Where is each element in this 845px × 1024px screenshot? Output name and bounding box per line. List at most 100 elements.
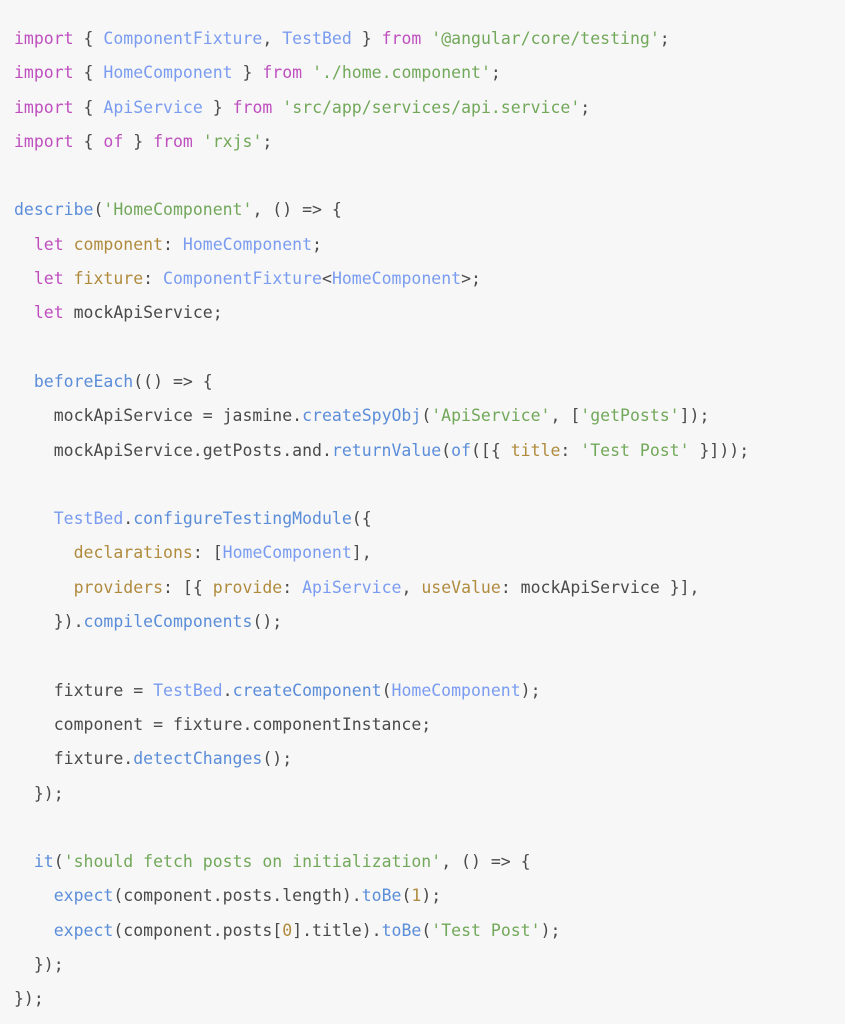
code-line: }); bbox=[14, 948, 845, 982]
code-token-prop: declarations bbox=[73, 543, 193, 563]
code-line: expect(component.posts[0].title).toBe('T… bbox=[14, 914, 845, 948]
code-token-pl: }); bbox=[14, 955, 64, 975]
code-token-kw: import bbox=[14, 63, 74, 83]
code-line: }); bbox=[14, 982, 845, 1016]
code-token-cls: ComponentFixture bbox=[163, 269, 322, 289]
code-line: expect(component.posts.length).toBe(1); bbox=[14, 879, 845, 913]
code-token-pl: component = fixture.componentInstance; bbox=[14, 714, 432, 734]
code-token-pl: (component.posts.length). bbox=[113, 886, 362, 906]
code-line: let fixture: ComponentFixture<HomeCompon… bbox=[14, 262, 845, 296]
code-token-str: 'ApiService' bbox=[431, 406, 551, 426]
code-token-str: './home.component' bbox=[312, 63, 491, 83]
code-line: let component: HomeComponent; bbox=[14, 228, 845, 262]
code-token-kw: import bbox=[14, 29, 74, 48]
code-line: TestBed.configureTestingModule({ bbox=[14, 502, 845, 536]
code-line: mockApiService = jasmine.createSpyObj('A… bbox=[14, 399, 845, 433]
code-token-str: 'src/app/services/api.service' bbox=[282, 97, 581, 117]
code-token-kw: let bbox=[33, 234, 64, 254]
code-token-pl: ], bbox=[351, 543, 372, 563]
code-token-pl: { bbox=[73, 63, 104, 83]
code-token-pl: ( bbox=[441, 440, 452, 460]
code-token-pl: { bbox=[73, 97, 104, 117]
code-token-fn: createSpyObj bbox=[302, 406, 422, 426]
code-token-pl: } bbox=[123, 131, 154, 151]
code-token-pl: : bbox=[560, 440, 581, 460]
code-token-pl: }); bbox=[14, 989, 44, 1009]
code-token-pl: fixture = bbox=[14, 680, 154, 700]
code-token-str: 'rxjs' bbox=[202, 131, 263, 151]
code-token-pl: ; bbox=[580, 97, 591, 117]
code-token-str: '@angular/core/testing' bbox=[431, 29, 660, 48]
code-line: it('should fetch posts on initialization… bbox=[14, 845, 845, 879]
code-token-fn: compileComponents bbox=[83, 612, 253, 632]
code-token-prop: provide bbox=[212, 577, 283, 597]
code-token-pl: ; bbox=[659, 29, 670, 48]
code-token-pl: : mockApiService }], bbox=[500, 577, 700, 597]
code-token-pl: (); bbox=[262, 749, 293, 769]
code-token-cls: TestBed bbox=[53, 509, 124, 529]
code-token-pl: ].title). bbox=[292, 920, 382, 940]
code-token-cls: ApiService bbox=[103, 97, 203, 117]
code-token-cls: HomeComponent bbox=[103, 63, 233, 83]
code-token-fn: beforeEach bbox=[33, 371, 134, 391]
code-token-cls: HomeComponent bbox=[391, 680, 521, 700]
code-token-pl: , [ bbox=[550, 406, 581, 426]
code-token-pl: . bbox=[123, 509, 134, 529]
code-token-fn: expect bbox=[53, 920, 114, 940]
code-token-kw: import bbox=[14, 97, 74, 117]
code-token-pl: mockApiService.getPosts.and. bbox=[14, 440, 332, 460]
code-token-fn: it bbox=[33, 852, 54, 872]
code-token-fn: of bbox=[451, 440, 471, 460]
code-token-kw: from bbox=[153, 131, 193, 151]
code-token-pl: . bbox=[222, 680, 233, 700]
code-line: beforeEach(() => { bbox=[14, 365, 845, 399]
code-token-kw: let bbox=[33, 269, 64, 289]
code-block[interactable]: import { ComponentFixture, TestBed } fro… bbox=[0, 0, 845, 1024]
code-line: component = fixture.componentInstance; bbox=[14, 708, 845, 742]
code-line: providers: [{ provide: ApiService, useVa… bbox=[14, 571, 845, 605]
code-token-kw: from bbox=[232, 97, 273, 117]
code-token-prop: useValue bbox=[421, 577, 501, 597]
code-token-pl: ( bbox=[381, 680, 392, 700]
code-token-pl: : bbox=[163, 234, 183, 254]
code-token-pl: } bbox=[202, 97, 233, 117]
code-token-pl: : bbox=[282, 577, 303, 597]
code-token-cls: TestBed bbox=[282, 29, 352, 48]
code-token-pl: (); bbox=[252, 612, 283, 632]
code-token-num: 0 bbox=[282, 920, 293, 940]
code-token-prop: providers bbox=[73, 577, 164, 597]
code-token-pl: }); bbox=[14, 783, 64, 803]
code-token-pl: ]); bbox=[679, 406, 710, 426]
code-token-pl: { bbox=[73, 29, 104, 48]
code-token-fn: expect bbox=[53, 886, 114, 906]
code-token-pl: }])); bbox=[689, 440, 750, 460]
code-token-pl: } bbox=[232, 63, 263, 83]
code-token-pl: < bbox=[322, 269, 332, 289]
code-token-pl: : bbox=[143, 269, 164, 289]
code-token-cls: ComponentFixture bbox=[103, 29, 263, 48]
code-token-pl: ); bbox=[421, 886, 442, 906]
code-token-pl: ); bbox=[540, 920, 561, 940]
code-token-prop: fixture bbox=[73, 269, 144, 289]
code-token-pl: mockApiService; bbox=[63, 303, 223, 323]
code-token-pl: } bbox=[351, 29, 382, 48]
code-token-pl: : [ bbox=[192, 543, 223, 563]
code-token-str: 'should fetch posts on initialization' bbox=[63, 852, 442, 872]
code-token-fn: toBe bbox=[381, 920, 422, 940]
code-token-pl: ( bbox=[401, 886, 412, 906]
code-line: import { ApiService } from 'src/app/serv… bbox=[14, 91, 845, 125]
code-token-pl: ; bbox=[312, 234, 322, 254]
code-line: import { HomeComponent } from './home.co… bbox=[14, 56, 845, 90]
